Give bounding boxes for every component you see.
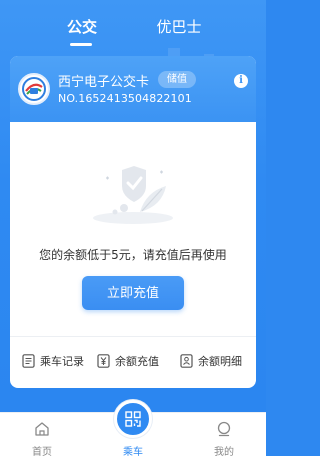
active-tab-indicator bbox=[70, 43, 92, 46]
ride-qr-button[interactable] bbox=[114, 400, 152, 438]
empty-balance-illustration bbox=[93, 166, 173, 224]
tab-bus[interactable]: 公交 bbox=[60, 16, 104, 37]
document-list-icon bbox=[22, 354, 35, 368]
qr-ride-icon bbox=[125, 411, 141, 427]
recharge-now-button[interactable]: 立即充值 bbox=[82, 276, 184, 310]
card-logo-icon bbox=[18, 73, 50, 105]
home-icon bbox=[35, 422, 49, 436]
yen-recharge-icon bbox=[97, 354, 110, 368]
nav-mine-label: 我的 bbox=[214, 447, 234, 456]
info-icon[interactable]: i bbox=[234, 74, 248, 88]
nav-home[interactable]: 首页 bbox=[12, 413, 72, 456]
low-balance-message: 您的余额低于5元，请充值后再使用 bbox=[39, 248, 227, 262]
card-divider bbox=[10, 336, 256, 337]
balance-recharge-label: 余额充值 bbox=[115, 355, 159, 368]
tab-ubus[interactable]: 优巴士 bbox=[148, 16, 210, 37]
ride-records-action[interactable]: 乘车记录 bbox=[22, 352, 92, 372]
balance-detail-label: 余额明细 bbox=[198, 355, 242, 368]
top-tabs: 公交 优巴士 bbox=[0, 16, 266, 46]
balance-recharge-action[interactable]: 余额充值 bbox=[97, 352, 173, 372]
nav-mine[interactable]: 我的 bbox=[194, 413, 254, 456]
nav-home-label: 首页 bbox=[32, 447, 52, 456]
stored-value-badge: 储值 bbox=[158, 71, 196, 88]
card-number: NO.1652413504822101 bbox=[58, 92, 192, 105]
profile-icon bbox=[217, 421, 231, 437]
card-title: 西宁电子公交卡 bbox=[58, 75, 150, 90]
card-header: 西宁电子公交卡 储值 NO.1652413504822101 i bbox=[10, 56, 256, 122]
account-detail-icon bbox=[180, 354, 193, 368]
bus-card-panel: 西宁电子公交卡 储值 NO.1652413504822101 i 您的余额低于5… bbox=[10, 56, 256, 388]
ride-records-label: 乘车记录 bbox=[40, 355, 84, 368]
nav-ride-label: 乘车 bbox=[123, 447, 143, 456]
balance-detail-action[interactable]: 余额明细 bbox=[180, 352, 256, 372]
